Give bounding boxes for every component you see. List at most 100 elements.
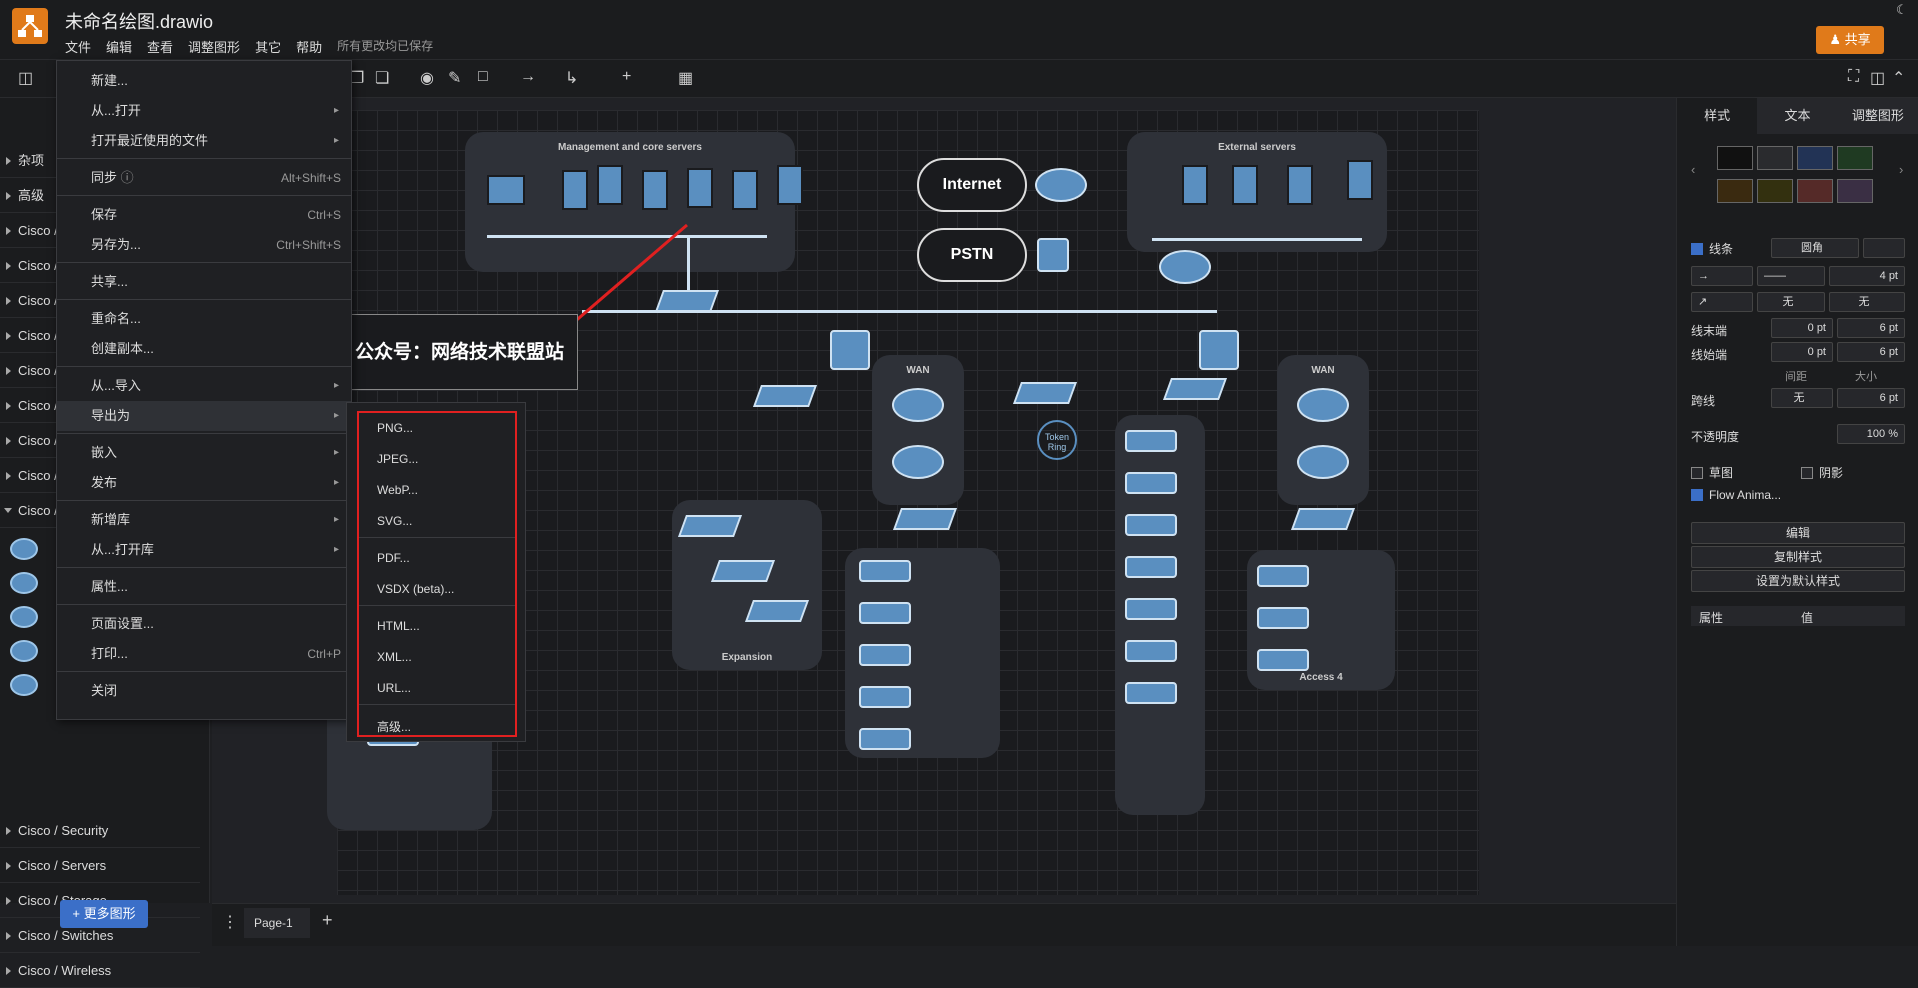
hub-icon[interactable] [1257,565,1309,587]
line-style-select[interactable]: 圆角 [1771,238,1859,258]
switch-icon[interactable] [892,508,958,530]
line-start-arrow-select[interactable]: 无 [1757,292,1825,312]
line-checkbox[interactable] [1691,243,1703,255]
hub-icon[interactable] [1257,649,1309,671]
tab-arrange[interactable]: 调整图形 [1837,98,1918,134]
switch-icon[interactable] [677,515,743,537]
chevron-left-icon[interactable]: ‹ [1691,162,1695,177]
shadow-icon[interactable]: □ [478,68,488,86]
router-shape-icon[interactable] [10,606,38,628]
hub-icon[interactable] [859,602,911,624]
menu-item-sync[interactable]: 同步 ⓘ Alt+Shift+S [57,163,351,193]
start-spacing-input[interactable]: 0 pt [1771,342,1833,362]
style-swatch[interactable] [1717,146,1753,170]
server-icon[interactable] [1347,160,1373,200]
menu-item-make-copy[interactable]: 创建副本... [57,334,351,364]
hub-icon[interactable] [1125,430,1177,452]
start-size-input[interactable]: 6 pt [1837,342,1905,362]
menu-item-print[interactable]: 打印... Ctrl+P [57,639,351,669]
to-front-icon[interactable]: ❐ [350,68,364,88]
fullscreen-icon[interactable]: ⛶ [1848,68,1859,86]
export-url[interactable]: URL... [377,681,411,695]
token-ring-node[interactable]: Token Ring [1037,420,1077,460]
page-tab[interactable]: Page-1 [244,908,310,938]
toggle-panel-icon[interactable]: ◫ [1870,68,1885,88]
style-swatch[interactable] [1757,179,1793,203]
hub-icon[interactable] [1125,514,1177,536]
end-spacing-input[interactable]: 0 pt [1771,318,1833,338]
export-advanced[interactable]: 高级... [377,718,411,735]
hub-icon[interactable] [859,560,911,582]
menu-item-open-from[interactable]: 从...打开 ▸ [57,96,351,126]
export-vsdx[interactable]: VSDX (beta)... [377,582,454,596]
export-jpeg[interactable]: JPEG... [377,452,418,466]
server-icon[interactable] [1287,165,1313,205]
format-panel-icon[interactable]: ◫ [18,68,33,88]
router-icon[interactable] [1297,388,1349,422]
router-icon[interactable] [892,445,944,479]
menu-item-import-from[interactable]: 从...导入 ▸ [57,371,351,401]
server-icon[interactable] [1232,165,1258,205]
style-swatch[interactable] [1757,146,1793,170]
menu-edit[interactable]: 编辑 [106,37,132,56]
document-title[interactable]: 未命名绘图.drawio [65,8,213,34]
flow-animation-checkbox[interactable] [1691,489,1703,501]
switch-icon[interactable] [752,385,818,407]
line-jump-size-input[interactable]: 6 pt [1837,388,1905,408]
menu-help[interactable]: 帮助 [296,37,322,56]
style-swatch[interactable] [1717,179,1753,203]
voice-gateway-icon[interactable] [1037,238,1069,272]
waypoint-select[interactable]: ↗ [1691,292,1753,312]
switch-icon[interactable] [1162,378,1228,400]
add-page-icon[interactable]: + [322,910,333,931]
menu-view[interactable]: 查看 [147,37,173,56]
waypoints-icon[interactable]: ↳ [565,68,578,88]
tab-style[interactable]: 样式 [1677,98,1758,134]
hub-icon[interactable] [1257,607,1309,629]
opacity-input[interactable]: 100 % [1837,424,1905,444]
menu-item-properties[interactable]: 属性... [57,572,351,602]
server-icon[interactable] [597,165,623,205]
router-shape-icon[interactable] [10,674,38,696]
router-icon[interactable] [1297,445,1349,479]
line-color-picker[interactable] [1863,238,1905,258]
style-swatch[interactable] [1837,146,1873,170]
server-icon[interactable] [777,165,803,205]
router-icon[interactable] [1035,168,1087,202]
share-button[interactable]: ♟ 共享 [1816,26,1884,54]
menu-item-close[interactable]: 关闭 [57,676,351,706]
switch-icon[interactable] [710,560,776,582]
switch-icon[interactable] [744,600,810,622]
hub-icon[interactable] [859,728,911,750]
more-shapes-button[interactable]: + 更多图形 [60,900,148,928]
style-swatch[interactable] [1837,179,1873,203]
router-shape-icon[interactable] [10,640,38,662]
server-icon[interactable] [687,168,713,208]
sidebar-item-cisco-servers[interactable]: Cisco / Servers [0,848,200,883]
menu-item-share[interactable]: 共享... [57,267,351,297]
tab-text[interactable]: 文本 [1757,98,1838,134]
firewall-router-icon[interactable] [1159,250,1211,284]
copy-style-button[interactable]: 复制样式 [1691,546,1905,568]
core-switch-icon[interactable] [830,330,870,370]
line-pattern-select[interactable]: —— [1757,266,1825,286]
core-switch-icon[interactable] [1199,330,1239,370]
menu-item-open-recent[interactable]: 打开最近使用的文件 ▸ [57,126,351,156]
hub-icon[interactable] [859,644,911,666]
workstation-icon[interactable] [487,175,525,205]
menu-item-new-library[interactable]: 新增库 ▸ [57,505,351,535]
menu-item-rename[interactable]: 重命名... [57,304,351,334]
export-pdf[interactable]: PDF... [377,551,410,565]
server-icon[interactable] [1182,165,1208,205]
menu-item-embed[interactable]: 嵌入 ▸ [57,438,351,468]
fill-color-icon[interactable]: ◉ [420,68,434,88]
chevron-right-icon[interactable]: › [1899,162,1903,177]
connection-pattern-select[interactable]: → [1691,266,1753,286]
menu-item-new[interactable]: 新建... [57,66,351,96]
router-shape-icon[interactable] [10,572,38,594]
hub-icon[interactable] [1125,598,1177,620]
switch-icon[interactable] [1290,508,1356,530]
collapse-icon[interactable]: ⌃ [1892,68,1905,88]
hub-icon[interactable] [1125,640,1177,662]
style-swatch[interactable] [1797,179,1833,203]
